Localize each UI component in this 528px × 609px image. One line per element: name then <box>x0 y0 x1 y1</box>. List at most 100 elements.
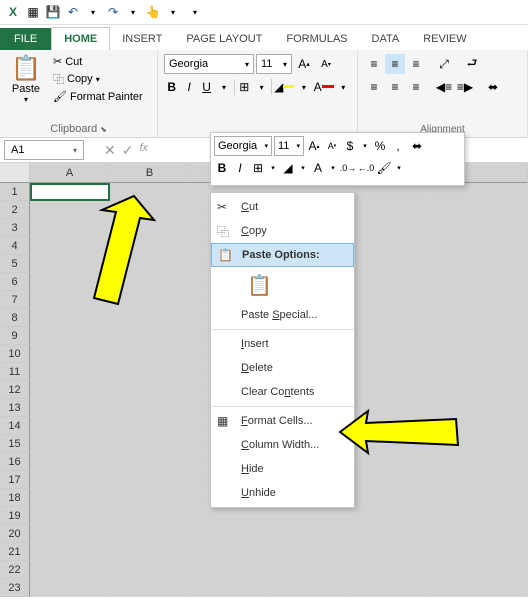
tab-page-layout[interactable]: PAGE LAYOUT <box>174 28 274 50</box>
cell[interactable] <box>350 471 430 489</box>
cell[interactable] <box>30 273 110 291</box>
fill-color-button[interactable]: ◢ <box>280 158 296 178</box>
format-painter-icon[interactable]: 🖌 <box>376 158 392 178</box>
cell[interactable] <box>430 453 528 471</box>
ctx-clear-contents[interactable]: Clear Contents <box>211 380 354 404</box>
dropdown-icon[interactable]: ▾ <box>394 158 404 178</box>
format-painter-button[interactable]: 🖌Format Painter <box>50 89 146 104</box>
italic-button[interactable]: I <box>181 77 196 97</box>
cell[interactable] <box>430 363 528 381</box>
increase-font-icon[interactable]: A▴ <box>306 136 322 156</box>
wrap-text-icon[interactable]: ⮐ <box>462 54 482 74</box>
cell[interactable] <box>350 291 430 309</box>
cell[interactable] <box>190 579 270 597</box>
cell[interactable] <box>350 345 430 363</box>
ctx-column-width[interactable]: Column Width... <box>211 433 354 457</box>
redo-icon[interactable]: ↷ <box>104 3 122 21</box>
increase-font-icon[interactable]: A▴ <box>294 54 314 74</box>
cell[interactable] <box>110 489 190 507</box>
ctx-paste-icon-row[interactable]: 📋 <box>211 267 354 303</box>
cell[interactable] <box>110 525 190 543</box>
cell[interactable] <box>430 435 528 453</box>
ctx-paste-options[interactable]: 📋Paste Options: <box>211 243 354 267</box>
cell[interactable] <box>110 255 190 273</box>
cell[interactable] <box>110 561 190 579</box>
cell[interactable] <box>30 201 110 219</box>
decrease-indent-icon[interactable]: ◀≡ <box>434 77 454 97</box>
cell[interactable] <box>30 219 110 237</box>
dropdown-icon[interactable]: ▾ <box>254 77 269 97</box>
dropdown-icon[interactable]: ▾ <box>298 158 308 178</box>
cell[interactable] <box>110 237 190 255</box>
align-middle-icon[interactable]: ≡ <box>385 54 405 74</box>
cell[interactable] <box>30 399 110 417</box>
border-button[interactable]: ⊞ <box>237 77 252 97</box>
cell[interactable] <box>270 561 350 579</box>
cell[interactable] <box>30 345 110 363</box>
qat-icon[interactable]: ▦ <box>24 3 42 21</box>
cell[interactable] <box>190 525 270 543</box>
row-header[interactable]: 15 <box>0 435 30 453</box>
tab-formulas[interactable]: FORMULAS <box>274 28 359 50</box>
copy-button[interactable]: ⿻Copy▾ <box>50 70 146 88</box>
decrease-font-icon[interactable]: A▾ <box>316 54 336 74</box>
ctx-unhide[interactable]: Unhide <box>211 481 354 505</box>
cell[interactable] <box>30 453 110 471</box>
cell[interactable] <box>350 309 430 327</box>
cell[interactable] <box>110 417 190 435</box>
cell[interactable] <box>350 399 430 417</box>
cell[interactable] <box>190 507 270 525</box>
cell[interactable] <box>350 237 430 255</box>
cell[interactable] <box>430 543 528 561</box>
row-header[interactable]: 11 <box>0 363 30 381</box>
tab-data[interactable]: DATA <box>360 28 412 50</box>
cell[interactable] <box>350 363 430 381</box>
comma-icon[interactable]: , <box>390 136 406 156</box>
row-header[interactable]: 16 <box>0 453 30 471</box>
cell[interactable] <box>30 417 110 435</box>
mini-font-select[interactable]: Georgia▾ <box>214 136 272 156</box>
row-header[interactable]: 22 <box>0 561 30 579</box>
dropdown-icon[interactable]: ▾ <box>360 136 370 156</box>
customize-qat-icon[interactable]: ▾ <box>186 3 204 21</box>
decrease-decimal-icon[interactable]: ←.0 <box>358 158 374 178</box>
cell[interactable] <box>430 399 528 417</box>
col-header[interactable]: A <box>30 163 110 183</box>
dropdown-icon[interactable]: ▾ <box>124 3 142 21</box>
cell[interactable] <box>350 273 430 291</box>
cell[interactable] <box>430 471 528 489</box>
cell[interactable] <box>30 543 110 561</box>
decrease-font-icon[interactable]: A▾ <box>324 136 340 156</box>
mini-size-select[interactable]: 11▾ <box>274 136 304 156</box>
cell[interactable] <box>110 543 190 561</box>
font-select[interactable]: Georgia▾ <box>164 54 254 74</box>
align-left-icon[interactable]: ≡ <box>364 77 384 97</box>
row-header[interactable]: 12 <box>0 381 30 399</box>
cell[interactable] <box>430 561 528 579</box>
align-center-icon[interactable]: ≡ <box>385 77 405 97</box>
cell[interactable] <box>110 453 190 471</box>
cell[interactable] <box>30 525 110 543</box>
row-header[interactable]: 6 <box>0 273 30 291</box>
cell[interactable] <box>350 561 430 579</box>
font-color-button[interactable]: A <box>310 158 326 178</box>
row-header[interactable]: 17 <box>0 471 30 489</box>
cell[interactable] <box>190 561 270 579</box>
cell[interactable] <box>110 345 190 363</box>
cell[interactable] <box>430 489 528 507</box>
cell[interactable] <box>30 381 110 399</box>
cell[interactable] <box>350 435 430 453</box>
ctx-hide[interactable]: Hide <box>211 457 354 481</box>
tab-home[interactable]: HOME <box>51 27 110 50</box>
cell[interactable] <box>350 489 430 507</box>
row-header[interactable]: 7 <box>0 291 30 309</box>
cell[interactable] <box>110 471 190 489</box>
cell[interactable] <box>270 507 350 525</box>
cell[interactable] <box>110 201 190 219</box>
col-header[interactable]: B <box>110 163 190 183</box>
merge-icon[interactable]: ⬌ <box>483 77 503 97</box>
row-header[interactable]: 9 <box>0 327 30 345</box>
dropdown-icon[interactable]: ▾ <box>296 77 311 97</box>
font-color-button[interactable]: A <box>314 77 334 97</box>
cell[interactable] <box>350 381 430 399</box>
